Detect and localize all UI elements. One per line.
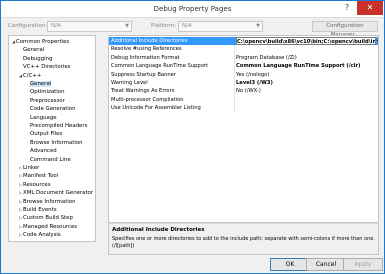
tree-item[interactable]: ◢Common Properties [11, 38, 69, 46]
tree-item[interactable]: Command Line [25, 156, 71, 164]
property-value[interactable]: Yes (/nologo) [236, 71, 376, 79]
property-name: Suppress Startup Banner [111, 71, 176, 78]
resize-grip-icon[interactable]: ⋰ [375, 265, 383, 273]
property-name: Warning Level [111, 80, 148, 86]
tree-item[interactable]: Language [25, 114, 57, 122]
property-name: Treat Warnings As Errors [111, 88, 175, 95]
chevron-down-icon: ▼ [256, 23, 260, 29]
tree-item-label: Output Files [30, 131, 63, 138]
tree-item[interactable]: VC++ Directories [18, 63, 70, 71]
configuration-bar: Configuration: N/A ▼ Platform: N/A ▼ Con… [1, 18, 384, 38]
tree-item[interactable]: ▷XML Document Generator [18, 189, 93, 197]
dialog-window: Debug Property Pages ? ✕ Configuration: … [0, 0, 385, 274]
tree-item-label: Common Properties [16, 39, 70, 45]
tree-item-label: Debugging [23, 55, 53, 62]
tree-item-label: Manifest Tool [23, 173, 59, 180]
property-value[interactable]: No (/WX-) [236, 87, 376, 95]
tree-item-label: Custom Build Step [23, 215, 73, 222]
tree-item-label: Browse Information [30, 139, 83, 146]
configuration-select[interactable]: N/A ▼ [47, 21, 132, 32]
chevron-down-icon[interactable]: ▾ [376, 37, 378, 45]
property-value[interactable]: Program Database (/Zi) [236, 54, 376, 62]
tree-item[interactable]: Browse Information [25, 139, 83, 147]
tree-item[interactable]: Code Generation [25, 105, 76, 113]
close-icon[interactable]: ✕ [357, 1, 383, 15]
cancel-button[interactable]: Cancel [306, 258, 346, 271]
dialog-footer: OK Cancel Apply ⋰ [1, 256, 384, 274]
tree-item[interactable]: Debugging [18, 55, 53, 63]
ok-button[interactable]: OK [270, 258, 310, 271]
help-icon[interactable]: ? [340, 3, 354, 15]
tree-item[interactable]: ▷Manifest Tool [18, 172, 58, 180]
tree-item[interactable]: ▷Custom Build Step [18, 214, 73, 222]
configuration-label: Configuration: [8, 23, 48, 29]
property-row[interactable]: Suppress Startup Banner Yes (/nologo) [109, 71, 378, 79]
platform-value: N/A [182, 23, 192, 29]
property-name: Use Unicode For Assembler Listing [111, 105, 201, 112]
property-grid[interactable]: Additional Include Directories C:\opencv\… [108, 35, 379, 223]
tree-item-label: Command Line [30, 156, 71, 163]
tree-item[interactable]: General [25, 80, 52, 88]
platform-label: Platform: [151, 23, 177, 29]
tree-item-label: Build Events [23, 207, 57, 213]
description-title: Additional Include Directories [112, 227, 205, 233]
tree-item-label: Browse Information [23, 198, 76, 205]
property-name: Additional Include Directories [111, 38, 188, 44]
tree-item[interactable]: Preprocessor [25, 97, 65, 105]
tree-item-label: General [23, 47, 45, 54]
configuration-manager-button[interactable]: Configuration Manager... [312, 21, 378, 38]
property-row[interactable]: Warning Level Level3 (/W3) [109, 79, 378, 87]
tree-item[interactable]: ▷Resources [18, 181, 51, 189]
chevron-down-icon: ▼ [125, 23, 129, 29]
description-panel: Additional Include Directories Specifies… [108, 223, 379, 255]
title-bar: Debug Property Pages ? ✕ [1, 1, 384, 18]
tree-item-label: Code Generation [30, 106, 76, 113]
tree-item[interactable]: ▷Build Events [18, 206, 57, 214]
tree-item-label: Managed Resources [23, 223, 78, 230]
property-row[interactable]: Treat Warnings As Errors No (/WX-) [109, 87, 378, 95]
tree-item[interactable]: Output Files [25, 130, 62, 138]
tree-item-label: Advanced [30, 148, 57, 155]
window-title: Debug Property Pages [153, 5, 232, 13]
property-row[interactable]: Common Language RunTime Support Common La… [109, 62, 378, 70]
property-row[interactable]: Resolve #using References [109, 45, 378, 53]
configuration-value: N/A [51, 23, 61, 29]
property-row[interactable]: Debug Information Format Program Database… [109, 54, 378, 62]
tree-item[interactable]: Optimization [25, 88, 64, 96]
property-row[interactable]: Additional Include Directories C:\opencv\… [109, 37, 378, 45]
tree-item[interactable]: Advanced [25, 147, 57, 155]
tree-item[interactable]: ▷Linker [18, 164, 39, 172]
tree-item[interactable]: ◢C/C++ [18, 72, 41, 80]
tree-item-label: XML Document Generator [23, 190, 94, 197]
property-name: Multi-processor Compilation [111, 96, 184, 103]
tree-item[interactable]: ▷Code Analysis [18, 231, 61, 239]
property-value[interactable]: Level3 (/W3) [236, 79, 376, 87]
tree-item[interactable]: Precompiled Headers [25, 122, 87, 130]
tree-item[interactable]: ▷Managed Resources [18, 223, 77, 231]
tree-item-label: Code Analysis [23, 232, 61, 239]
tree-item-label: C/C++ [23, 72, 42, 79]
tree-item[interactable]: General [18, 46, 44, 54]
property-row[interactable]: Multi-processor Compilation [109, 96, 378, 104]
tree-item[interactable]: ▷Browse Information [18, 198, 76, 206]
tree-item-label: Precompiled Headers [30, 123, 88, 129]
property-name: Debug Information Format [111, 54, 180, 61]
property-name: Common Language RunTime Support [111, 63, 209, 70]
property-row[interactable]: Use Unicode For Assembler Listing [109, 104, 378, 112]
property-value[interactable]: Common Language RunTime Support (/clr) [236, 62, 376, 70]
tree-item-label: Linker [23, 165, 40, 171]
tree-item-label: Optimization [30, 89, 65, 96]
tree-item-label: General [30, 81, 52, 87]
tree-item-label: Preprocessor [30, 97, 65, 104]
platform-select[interactable]: N/A ▼ [178, 21, 263, 32]
tree-item-label: Language [30, 114, 57, 121]
property-tree[interactable]: ◢Common Properties General Debugging VC++ D… [8, 35, 96, 242]
property-name: Resolve #using References [111, 46, 182, 53]
tree-item-label: Resources [23, 181, 51, 188]
property-value[interactable]: C:\opencv\build\x86\vc10\bin;C:\opencv\b… [236, 37, 376, 45]
tree-item-label: VC++ Directories [23, 64, 71, 71]
description-text: Specifies one or more directories to add… [112, 236, 375, 249]
